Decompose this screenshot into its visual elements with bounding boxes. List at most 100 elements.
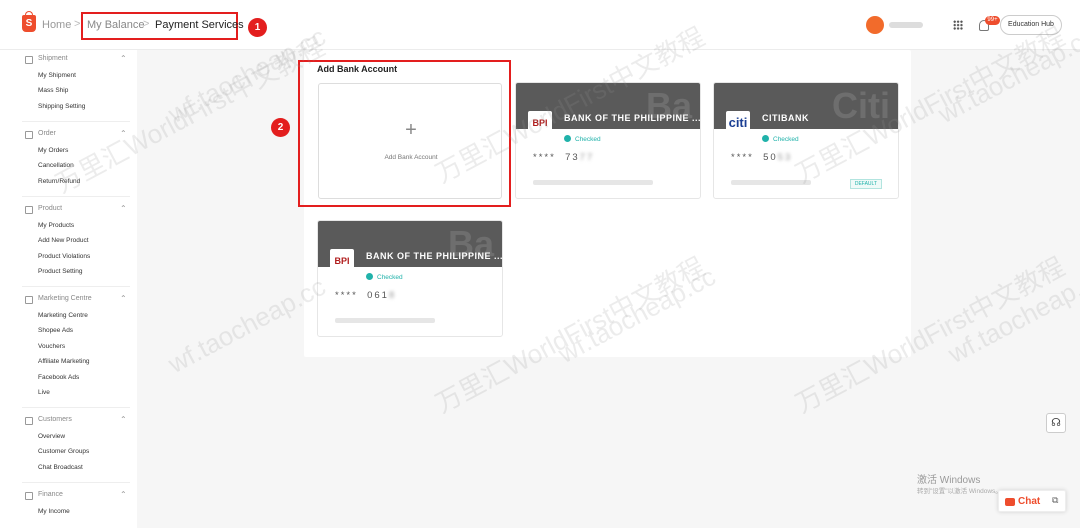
sidebar-section-customers: Customers ⌃ Overview Customer Groups Cha… (0, 415, 137, 475)
account-number: **** 5053 (731, 152, 792, 163)
sidebar-item-mass-ship[interactable]: Mass Ship (38, 83, 137, 98)
status-badge: Checked (762, 135, 799, 143)
divider (22, 286, 130, 287)
breadcrumb-payment-services: Payment Services (155, 19, 244, 31)
divider (22, 121, 130, 122)
chat-bubble-icon (1005, 498, 1015, 506)
sidebar-section-title: Product (38, 205, 63, 212)
sidebar-section-title: Finance (38, 491, 63, 498)
annotation-marker-2: 2 (271, 118, 290, 137)
account-digits-blurred: 77 (579, 152, 595, 163)
account-digits: 73 (565, 152, 580, 163)
check-circle-icon (564, 135, 571, 142)
sidebar-item-my-income[interactable]: My Income (38, 504, 137, 519)
chevron-up-icon[interactable]: ⌃ (120, 54, 127, 63)
sidebar-item-add-new-product[interactable]: Add New Product (38, 233, 137, 248)
person-icon (25, 417, 33, 425)
bank-card[interactable]: Ba BPI BANK OF THE PHILIPPINE ... Checke… (317, 220, 503, 337)
sidebar-item-affiliate-marketing[interactable]: Affiliate Marketing (38, 354, 137, 369)
shopee-logo-icon[interactable]: S (22, 11, 36, 32)
sidebar-item-shipping-setting[interactable]: Shipping Setting (38, 99, 137, 114)
avatar[interactable] (866, 16, 884, 34)
account-digits: 50 (763, 152, 778, 163)
sidebar-section-header[interactable]: Product ⌃ (0, 204, 137, 218)
sidebar-item-overview[interactable]: Overview (38, 429, 137, 444)
sidebar-section-title: Order (38, 130, 56, 137)
chevron-up-icon[interactable]: ⌃ (120, 129, 127, 138)
account-number: **** 7377 (533, 152, 594, 163)
sidebar-item-live[interactable]: Live (38, 385, 137, 400)
breadcrumb-my-balance[interactable]: My Balance (87, 19, 144, 31)
sidebar-section-header[interactable]: Finance ⌃ (0, 490, 137, 504)
divider (22, 196, 130, 197)
windows-activation-subtitle: 转到"设置"以激活 Windows。 (917, 488, 1002, 495)
windows-activation-title: 激活 Windows (917, 475, 981, 486)
headset-icon[interactable]: ☊ (1046, 413, 1066, 433)
citi-logo-icon: citi (726, 111, 750, 135)
sidebar-section-title: Shipment (38, 55, 68, 62)
sidebar-section-finance: Finance ⌃ My Income (0, 490, 137, 519)
education-hub-button[interactable]: Education Hub (1000, 15, 1062, 35)
breadcrumb-home[interactable]: Home (42, 19, 71, 31)
annotation-marker-1: 1 (248, 18, 267, 37)
status-badge: Checked (366, 273, 403, 281)
sidebar-item-chat-broadcast[interactable]: Chat Broadcast (38, 460, 137, 475)
chevron-up-icon[interactable]: ⌃ (120, 204, 127, 213)
account-holder-blurred (533, 180, 653, 185)
sidebar-item-customer-groups[interactable]: Customer Groups (38, 444, 137, 459)
sidebar-item-return-refund[interactable]: Return/Refund (38, 174, 137, 189)
chevron-up-icon[interactable]: ⌃ (120, 294, 127, 303)
sidebar-section-header[interactable]: Order ⌃ (0, 129, 137, 143)
status-text: Checked (377, 274, 403, 281)
account-digits: 061 (367, 290, 389, 301)
sidebar-section-product: Product ⌃ My Products Add New Product Pr… (0, 204, 137, 280)
grid-icon[interactable] (953, 20, 963, 30)
top-bar: S Home > My Balance > Payment Services 1… (0, 0, 1080, 50)
status-badge: Checked (564, 135, 601, 143)
chat-button[interactable]: Chat ⧉ (998, 490, 1066, 512)
order-icon (25, 131, 33, 139)
sidebar-item-shopee-ads[interactable]: Shopee Ads (38, 323, 137, 338)
sidebar-item-facebook-ads[interactable]: Facebook Ads (38, 370, 137, 385)
account-digits-blurred: 8 (388, 290, 397, 301)
sidebar-section-marketing: Marketing Centre ⌃ Marketing Centre Shop… (0, 294, 137, 400)
bpi-logo-icon: BPI (528, 111, 552, 135)
chevron-up-icon[interactable]: ⌃ (120, 490, 127, 499)
sidebar-item-product-setting[interactable]: Product Setting (38, 264, 137, 279)
sidebar-section-header[interactable]: Marketing Centre ⌃ (0, 294, 137, 308)
sidebar-section-order: Order ⌃ My Orders Cancellation Return/Re… (0, 129, 137, 189)
bank-watermark: Citi (832, 85, 890, 126)
chat-label: Chat (1018, 496, 1041, 507)
sidebar-section-header[interactable]: Shipment ⌃ (0, 54, 137, 68)
bank-name: BANK OF THE PHILIPPINE ... (564, 113, 701, 123)
sidebar-item-marketing-centre[interactable]: Marketing Centre (38, 308, 137, 323)
sidebar-item-my-shipment[interactable]: My Shipment (38, 68, 137, 83)
divider (22, 407, 130, 408)
sidebar-item-vouchers[interactable]: Vouchers (38, 339, 137, 354)
default-badge: DEFAULT (849, 179, 882, 189)
notification-badge: 99+ (985, 16, 1000, 25)
account-digits-blurred: 53 (777, 152, 793, 163)
check-circle-icon (762, 135, 769, 142)
add-bank-account-button[interactable]: + Add Bank Account (318, 83, 502, 199)
product-icon (25, 206, 33, 214)
chevron-up-icon[interactable]: ⌃ (120, 415, 127, 424)
status-text: Checked (575, 136, 601, 143)
bank-card[interactable]: Ba BPI BANK OF THE PHILIPPINE ... Checke… (515, 82, 701, 199)
sidebar-item-my-orders[interactable]: My Orders (38, 143, 137, 158)
username-blurred[interactable] (889, 22, 923, 28)
sidebar-item-product-violations[interactable]: Product Violations (38, 249, 137, 264)
add-bank-account-label: Add Bank Account (384, 154, 438, 161)
bank-card[interactable]: Citi citi CITIBANK Checked **** 5053 DEF… (713, 82, 899, 199)
sidebar-item-my-products[interactable]: My Products (38, 218, 137, 233)
tag-icon (25, 296, 33, 304)
sidebar-section-title: Customers (38, 416, 72, 423)
sidebar-item-cancellation[interactable]: Cancellation (38, 158, 137, 173)
sidebar-section-header[interactable]: Customers ⌃ (0, 415, 137, 429)
breadcrumb-separator: > (74, 18, 81, 30)
account-holder-blurred (335, 318, 435, 323)
sidebar-section-shipment: Shipment ⌃ My Shipment Mass Ship Shippin… (0, 54, 137, 114)
account-holder-blurred (731, 180, 811, 185)
expand-icon[interactable]: ⧉ (1052, 495, 1058, 506)
sidebar-section-title: Marketing Centre (38, 295, 92, 302)
